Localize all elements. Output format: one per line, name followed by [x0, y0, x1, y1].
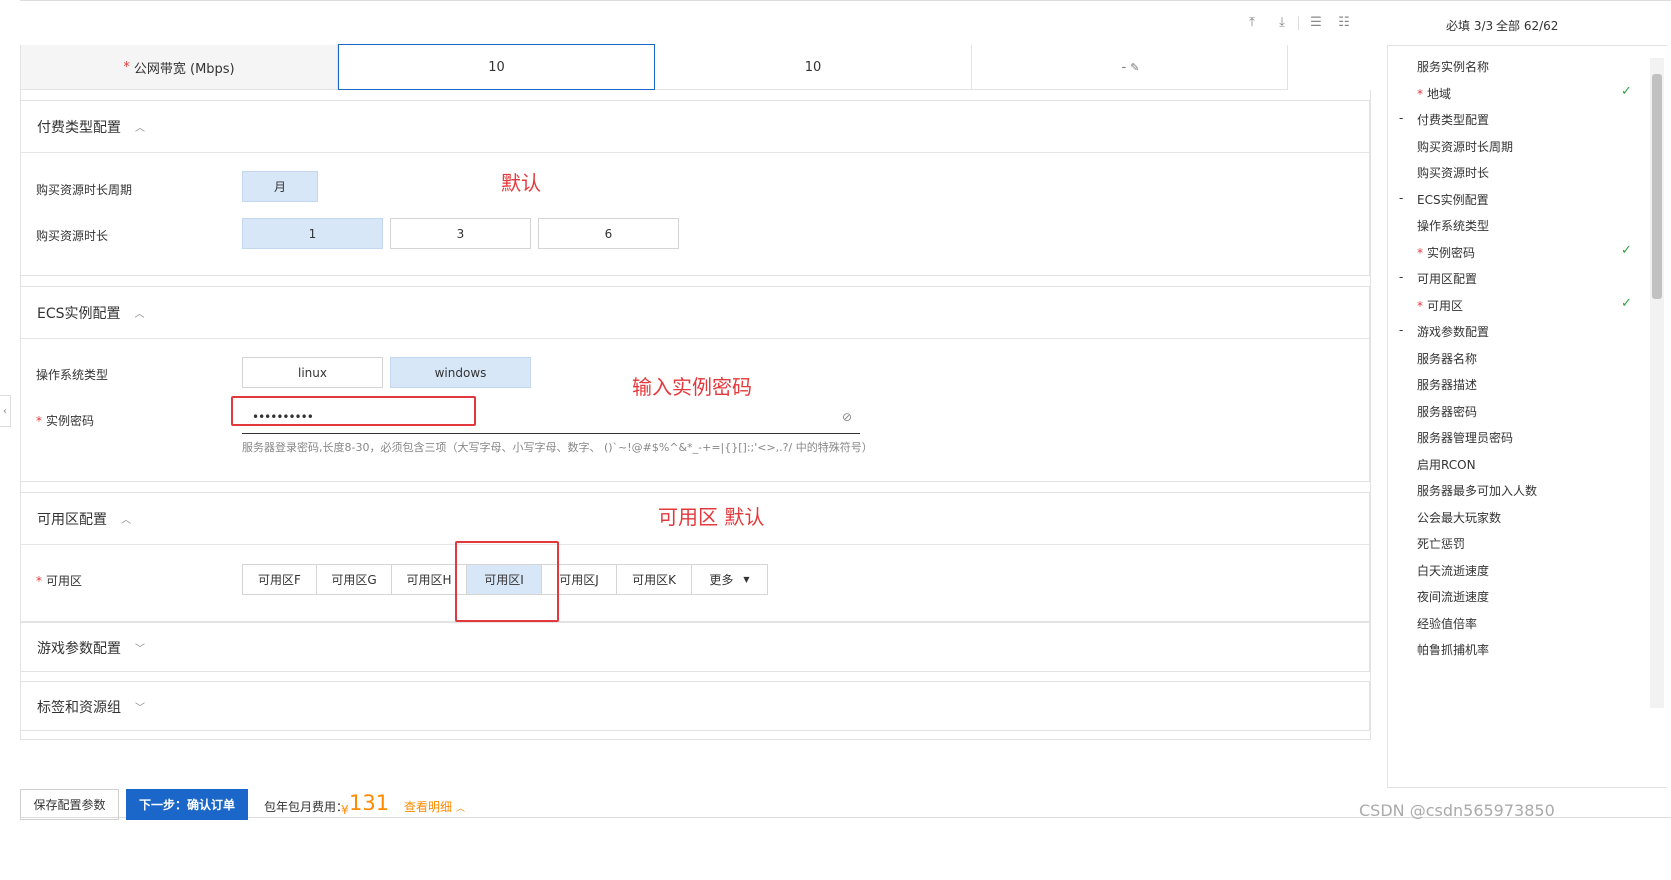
bandwidth-label: * 公网带宽 (Mbps) [21, 45, 338, 89]
nav-group-item[interactable]: 游戏参数配置 [1417, 323, 1489, 340]
chevron-down-icon: ﹀ [135, 644, 145, 655]
tags-section-header[interactable]: 标签和资源组 ﹀ [21, 682, 1369, 731]
bandwidth-input[interactable]: 10 [338, 44, 655, 90]
period-option-month[interactable]: 月 [242, 171, 318, 202]
game-params-section: 游戏参数配置 ﹀ [20, 622, 1370, 672]
fee-label: 包年包月费用： [264, 800, 349, 814]
nav-item[interactable]: * 地域 [1417, 85, 1451, 102]
caret-down-icon: ▼ [743, 575, 750, 584]
watermark: CSDN @csdn565973850 [1359, 801, 1555, 820]
nav-group-marker: - [1399, 323, 1404, 337]
nav-item[interactable]: * 可用区 [1417, 297, 1463, 314]
check-icon: ✓ [1621, 83, 1632, 99]
zone-more-dropdown[interactable]: 更多 ▼ [692, 565, 767, 594]
duration-option-6[interactable]: 6 [538, 218, 679, 249]
zone-option-k[interactable]: 可用区K [617, 565, 692, 594]
expand-all-icon[interactable]: ☷ [1336, 15, 1352, 31]
view-detail-link[interactable]: 查看明细 ︿ [404, 798, 465, 815]
eye-off-icon[interactable]: ⊘ [842, 410, 852, 424]
duration-label: 购买资源时长 [36, 229, 109, 243]
nav-group-marker: - [1399, 270, 1404, 284]
game-params-section-header[interactable]: 游戏参数配置 ﹀ [21, 623, 1369, 672]
annotation-box-password [231, 396, 476, 426]
annotation-password: 输入实例密码 [632, 375, 752, 399]
duration-option-3[interactable]: 3 [390, 218, 531, 249]
chevron-up-icon: ︿ [135, 123, 145, 134]
collapse-all-icon[interactable]: ☰ [1308, 15, 1324, 31]
price-value: 131 [349, 791, 390, 815]
chevron-up-icon: ︿ [456, 804, 466, 814]
bandwidth-cell-3: - ✎ [1121, 59, 1140, 75]
nav-item[interactable]: 服务器密码 [1417, 403, 1477, 420]
total-count: 全部 62/62 [1496, 19, 1559, 33]
required-count: 必填 3/3 [1446, 19, 1494, 33]
password-hint: 服务器登录密码,长度8-30，必须包含三项（大写字母、小写字母、数字、 ()`~… [242, 441, 873, 454]
os-option-linux[interactable]: linux [242, 357, 383, 388]
nav-item[interactable]: 帕鲁抓捕机率 [1417, 641, 1489, 658]
next-confirm-order-button[interactable]: 下一步：确认订单 [126, 789, 248, 820]
nav-item[interactable]: 夜间流逝速度 [1417, 588, 1489, 605]
chevron-up-icon: ︿ [134, 309, 145, 320]
check-icon: ✓ [1621, 295, 1632, 311]
zone-label: * 可用区 [36, 574, 83, 588]
bandwidth-cell-2: 10 [655, 45, 972, 89]
ecs-section-header[interactable]: ECS实例配置 ︿ [21, 287, 1369, 339]
bandwidth-row: * 公网带宽 (Mbps) 10 10 - ✎ [20, 44, 1288, 90]
edit-icon[interactable]: ✎ [1130, 61, 1139, 74]
tags-section: 标签和资源组 ﹀ [20, 681, 1370, 731]
nav-item[interactable]: 购买资源时长 [1417, 164, 1489, 181]
os-type-label: 操作系统类型 [36, 368, 109, 382]
annotation-box-zone [455, 541, 559, 622]
chevron-left-icon: ‹ [3, 405, 7, 417]
currency-symbol: ¥ [341, 803, 349, 817]
nav-item[interactable]: 经验值倍率 [1417, 615, 1477, 632]
check-icon: ✓ [1621, 242, 1632, 258]
nav-item[interactable]: 服务器最多可加入人数 [1417, 482, 1537, 499]
nav-item[interactable]: * 实例密码 [1417, 244, 1475, 261]
password-label: * 实例密码 [36, 414, 95, 428]
chevron-up-icon: ︿ [121, 515, 131, 526]
scroll-to-top-icon[interactable]: ⤒ [1244, 15, 1260, 31]
annotation-default: 默认 [501, 171, 541, 195]
nav-item[interactable]: 公会最大玩家数 [1417, 509, 1501, 526]
top-border [20, 0, 1671, 1]
nav-item[interactable]: 启用RCON [1417, 456, 1476, 473]
billing-section-header[interactable]: 付费类型配置 ︿ [21, 101, 1369, 153]
nav-item[interactable]: 白天流逝速度 [1417, 562, 1489, 579]
nav-item[interactable]: 死亡惩罚 [1417, 535, 1465, 552]
nav-group-item[interactable]: 可用区配置 [1417, 270, 1477, 287]
nav-item[interactable]: 服务器名称 [1417, 350, 1477, 367]
billing-section: 付费类型配置 ︿ 购买资源时长周期 月 购买资源时长 1 3 6 [20, 100, 1370, 276]
nav-scrollbar[interactable] [1650, 58, 1664, 708]
nav-group-marker: - [1399, 111, 1404, 125]
nav-group-item[interactable]: ECS实例配置 [1417, 191, 1489, 208]
collapse-handle[interactable]: ‹ [0, 395, 11, 427]
save-config-button[interactable]: 保存配置参数 [20, 789, 119, 820]
nav-group-marker: - [1399, 190, 1404, 205]
nav-scrollbar-thumb[interactable] [1652, 74, 1662, 299]
nav-group-item[interactable]: 付费类型配置 [1417, 111, 1489, 128]
chevron-down-icon: ﹀ [135, 703, 145, 714]
nav-item[interactable]: 操作系统类型 [1417, 217, 1489, 234]
zone-option-f[interactable]: 可用区F [243, 565, 317, 594]
toolbar-separator [1298, 16, 1299, 30]
duration-option-1[interactable]: 1 [242, 218, 383, 249]
nav-item[interactable]: 服务器描述 [1417, 376, 1477, 393]
nav-item[interactable]: 服务实例名称 [1417, 58, 1489, 75]
os-option-windows[interactable]: windows [390, 357, 531, 388]
nav-item[interactable]: 购买资源时长周期 [1417, 138, 1513, 155]
nav-item[interactable]: 服务器管理员密码 [1417, 429, 1513, 446]
annotation-zone-default: 可用区 默认 [658, 505, 765, 529]
period-label: 购买资源时长周期 [36, 183, 133, 197]
zone-option-g[interactable]: 可用区G [317, 565, 392, 594]
scroll-to-bottom-icon[interactable]: ⤓ [1274, 15, 1290, 31]
